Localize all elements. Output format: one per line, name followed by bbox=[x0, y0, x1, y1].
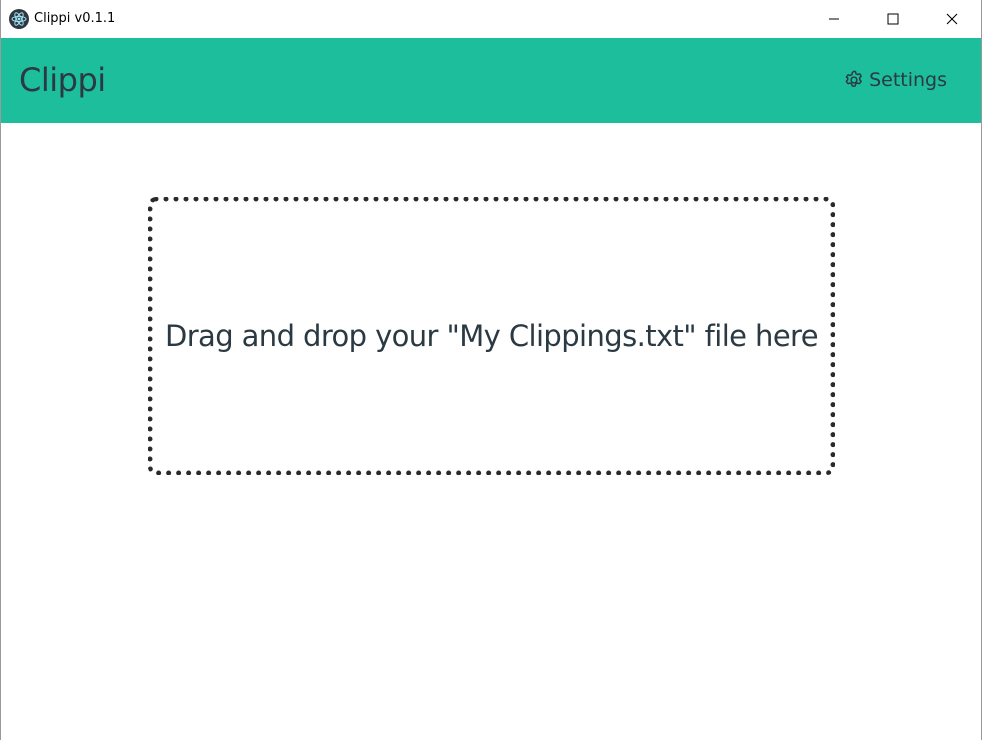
close-button[interactable] bbox=[929, 0, 975, 38]
close-icon bbox=[946, 13, 958, 25]
minimize-button[interactable] bbox=[811, 0, 857, 38]
settings-label: Settings bbox=[869, 69, 947, 91]
maximize-button[interactable] bbox=[870, 0, 916, 38]
window-titlebar[interactable]: Clippi v0.1.1 bbox=[1, 0, 981, 38]
app-header: Clippi Settings bbox=[1, 38, 981, 123]
window-title: Clippi v0.1.1 bbox=[34, 11, 116, 26]
file-dropzone[interactable]: Drag and drop your "My Clippings.txt" fi… bbox=[148, 197, 835, 475]
minimize-icon bbox=[828, 13, 840, 25]
settings-button[interactable]: Settings bbox=[843, 68, 947, 92]
gear-icon bbox=[843, 69, 865, 91]
dropzone-instructions: Drag and drop your "My Clippings.txt" fi… bbox=[164, 319, 819, 353]
electron-atom-icon bbox=[9, 9, 29, 29]
app-name: Clippi bbox=[19, 61, 106, 99]
app-window: Clippi v0.1.1 Clippi Settings Drag and d… bbox=[0, 0, 982, 740]
maximize-icon bbox=[887, 13, 899, 25]
